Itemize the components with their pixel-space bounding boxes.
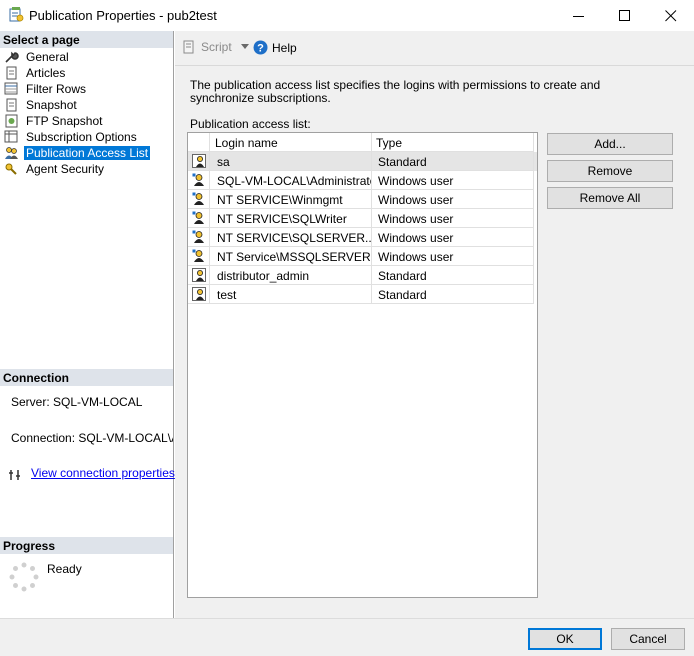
login-name-cell: NT SERVICE\SQLWriter xyxy=(210,209,372,228)
grid-header: Login name Type xyxy=(188,133,537,152)
publication-icon xyxy=(9,7,24,22)
server-text: Server: SQL-VM-LOCAL xyxy=(11,395,143,409)
toolbar: Script ? Help xyxy=(175,31,694,64)
sql-user-icon xyxy=(188,152,210,171)
close-button[interactable] xyxy=(648,0,694,31)
table-row[interactable]: distributor_admin Standard xyxy=(188,266,537,285)
page-item-filter-rows[interactable]: Filter Rows xyxy=(0,81,173,97)
remove-button[interactable]: Remove xyxy=(547,160,673,182)
page-item-general[interactable]: General xyxy=(0,49,173,65)
table-row[interactable]: test Standard xyxy=(188,285,537,304)
select-page-header: Select a page xyxy=(0,31,173,48)
filter-icon xyxy=(4,82,18,95)
minimize-icon xyxy=(573,15,584,17)
connection-text: Connection: SQL-VM-LOCAL\Administrator xyxy=(11,431,173,445)
login-name-cell: sa xyxy=(210,152,372,171)
table-row[interactable]: sa Standard xyxy=(188,152,537,171)
login-name-cell: distributor_admin xyxy=(210,266,372,285)
login-name-cell: NT SERVICE\SQLSERVER... xyxy=(210,228,372,247)
type-column-header[interactable]: Type xyxy=(372,133,534,152)
maximize-icon xyxy=(619,9,630,21)
connection-header: Connection xyxy=(0,369,173,386)
type-cell: Windows user xyxy=(372,190,534,209)
content-area: The publication access list specifies th… xyxy=(175,66,694,618)
page-item-publication-access-list[interactable]: Publication Access List xyxy=(0,145,173,161)
connection-properties-icon xyxy=(9,470,20,480)
sql-user-icon xyxy=(188,266,210,285)
help-button[interactable]: ? Help xyxy=(253,40,297,55)
view-connection-properties-link[interactable]: View connection properties xyxy=(31,466,175,480)
type-cell: Windows user xyxy=(372,247,534,266)
maximize-button[interactable] xyxy=(602,0,648,31)
table-row[interactable]: NT SERVICE\SQLSERVER... Windows user xyxy=(188,228,537,247)
page-list: General Articles Filter Rows Snapshot FT… xyxy=(0,49,173,177)
help-icon: ? xyxy=(253,40,268,55)
windows-user-icon xyxy=(188,247,210,266)
page-icon xyxy=(6,98,17,112)
progress-status: Ready xyxy=(47,562,82,576)
page-item-subscription-options[interactable]: Subscription Options xyxy=(0,129,173,145)
table-row[interactable]: NT SERVICE\Winmgmt Windows user xyxy=(188,190,537,209)
icon-column-header xyxy=(188,133,210,152)
remove-all-button[interactable]: Remove All xyxy=(547,187,673,209)
progress-header: Progress xyxy=(0,537,173,554)
page-item-agent-security[interactable]: Agent Security xyxy=(0,161,173,177)
close-icon xyxy=(665,9,677,21)
page-item-snapshot[interactable]: Snapshot xyxy=(0,97,173,113)
access-list-grid[interactable]: Login name Type sa Standard SQL-VM-LOCAL\A… xyxy=(187,132,538,598)
ok-button[interactable]: OK xyxy=(528,628,602,650)
login-name-cell: NT SERVICE\Winmgmt xyxy=(210,190,372,209)
right-pane: Script ? Help The publication access lis… xyxy=(175,31,694,618)
cancel-button[interactable]: Cancel xyxy=(611,628,685,650)
table-row[interactable]: SQL-VM-LOCAL\Administrator Windows user xyxy=(188,171,537,190)
login-name-cell: test xyxy=(210,285,372,304)
add-button[interactable]: Add... xyxy=(547,133,673,155)
type-cell: Standard xyxy=(372,152,534,171)
svg-text:?: ? xyxy=(257,43,264,55)
progress-spinner-icon xyxy=(9,562,39,592)
wrench-icon xyxy=(5,51,19,63)
page-item-articles[interactable]: Articles xyxy=(0,65,173,81)
page-item-ftp-snapshot[interactable]: FTP Snapshot xyxy=(0,113,173,129)
windows-user-icon xyxy=(188,190,210,209)
login-name-cell: NT Service\MSSQLSERVER xyxy=(210,247,372,266)
ftp-icon xyxy=(5,114,18,128)
key-icon xyxy=(5,163,17,175)
title-bar: Publication Properties - pub2test xyxy=(0,0,694,31)
script-icon xyxy=(183,40,194,54)
access-list-label: Publication access list: xyxy=(190,117,311,131)
type-cell: Standard xyxy=(372,285,534,304)
login-name-cell: SQL-VM-LOCAL\Administrator xyxy=(210,171,372,190)
type-cell: Windows user xyxy=(372,209,534,228)
window-title: Publication Properties - pub2test xyxy=(29,8,217,23)
windows-user-icon xyxy=(188,171,210,190)
grid-rows: sa Standard SQL-VM-LOCAL\Administrator Wind… xyxy=(188,152,537,304)
table-row[interactable]: NT Service\MSSQLSERVER Windows user xyxy=(188,247,537,266)
windows-user-icon xyxy=(188,228,210,247)
type-cell: Windows user xyxy=(372,228,534,247)
sql-user-icon xyxy=(188,285,210,304)
minimize-button[interactable] xyxy=(556,0,602,31)
page-icon xyxy=(6,66,17,80)
script-button[interactable]: Script xyxy=(182,40,250,54)
left-pane: Select a page General Articles Filter Ro… xyxy=(0,31,175,618)
table-row[interactable]: NT SERVICE\SQLWriter Windows user xyxy=(188,209,537,228)
grid-icon xyxy=(4,130,18,143)
users-icon xyxy=(5,147,18,159)
type-cell: Windows user xyxy=(372,171,534,190)
description-text: The publication access list specifies th… xyxy=(190,78,601,105)
login-name-column-header[interactable]: Login name xyxy=(210,133,372,152)
dialog-footer: OK Cancel xyxy=(0,618,694,656)
type-cell: Standard xyxy=(372,266,534,285)
windows-user-icon xyxy=(188,209,210,228)
dropdown-arrow-icon xyxy=(240,44,249,49)
